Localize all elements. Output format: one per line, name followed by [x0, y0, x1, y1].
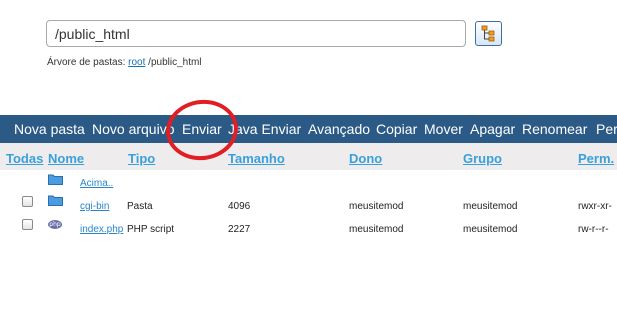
file-name-link[interactable]: cgi-bin — [80, 201, 109, 212]
path-input[interactable] — [46, 20, 466, 47]
file-size: 2227 — [228, 224, 251, 235]
rename-button[interactable]: Renomear — [522, 121, 587, 137]
name-column-header[interactable]: Nome — [48, 151, 84, 166]
row-checkbox[interactable] — [22, 219, 33, 230]
file-perm: rwxr-xr- — [578, 201, 612, 212]
size-column-header[interactable]: Tamanho — [228, 151, 285, 166]
folder-icon — [48, 174, 63, 185]
root-link[interactable]: root — [128, 57, 145, 68]
folder-tree-label: Árvore de pastas: — [47, 57, 126, 68]
file-owner: meusitemod — [349, 201, 404, 212]
permissions-button[interactable]: Perm — [596, 121, 617, 137]
parent-folder-link[interactable]: Acima.. — [80, 178, 113, 189]
file-owner: meusitemod — [349, 224, 404, 235]
file-group: meusitemod — [463, 224, 518, 235]
file-name-link[interactable]: index.php — [80, 224, 123, 235]
delete-button[interactable]: Apagar — [470, 121, 515, 137]
copy-button[interactable]: Copiar — [376, 121, 417, 137]
php-file-icon: php — [48, 220, 62, 229]
upload-button[interactable]: Enviar — [182, 121, 222, 137]
folder-icon — [48, 195, 63, 206]
file-type: Pasta — [127, 201, 153, 212]
file-type: PHP script — [127, 224, 175, 235]
java-upload-button[interactable]: Java Enviar — [228, 121, 301, 137]
file-perm: rw-r--r- — [578, 224, 609, 235]
perm-column-header[interactable]: Perm. — [578, 151, 614, 166]
folder-tree-icon — [481, 25, 495, 42]
folder-tree-breadcrumb: Árvore de pastas: root /public_html — [47, 57, 202, 68]
owner-column-header[interactable]: Dono — [349, 151, 382, 166]
move-button[interactable]: Mover — [424, 121, 463, 137]
type-column-header[interactable]: Tipo — [128, 151, 155, 166]
folder-tree-path: /public_html — [148, 57, 202, 68]
file-group: meusitemod — [463, 201, 518, 212]
toolbar: Nova pasta Novo arquivo Enviar Java Envi… — [0, 115, 617, 143]
folder-tree-button[interactable] — [475, 21, 502, 46]
new-file-button[interactable]: Novo arquivo — [92, 121, 175, 137]
new-folder-button[interactable]: Nova pasta — [14, 121, 85, 137]
table-header: Todas Nome Tipo Tamanho Dono Grupo Perm. — [0, 143, 617, 170]
group-column-header[interactable]: Grupo — [463, 151, 502, 166]
advanced-button[interactable]: Avançado — [308, 121, 370, 137]
file-size: 4096 — [228, 201, 251, 212]
select-all-header[interactable]: Todas — [6, 151, 43, 166]
row-checkbox[interactable] — [22, 196, 33, 207]
